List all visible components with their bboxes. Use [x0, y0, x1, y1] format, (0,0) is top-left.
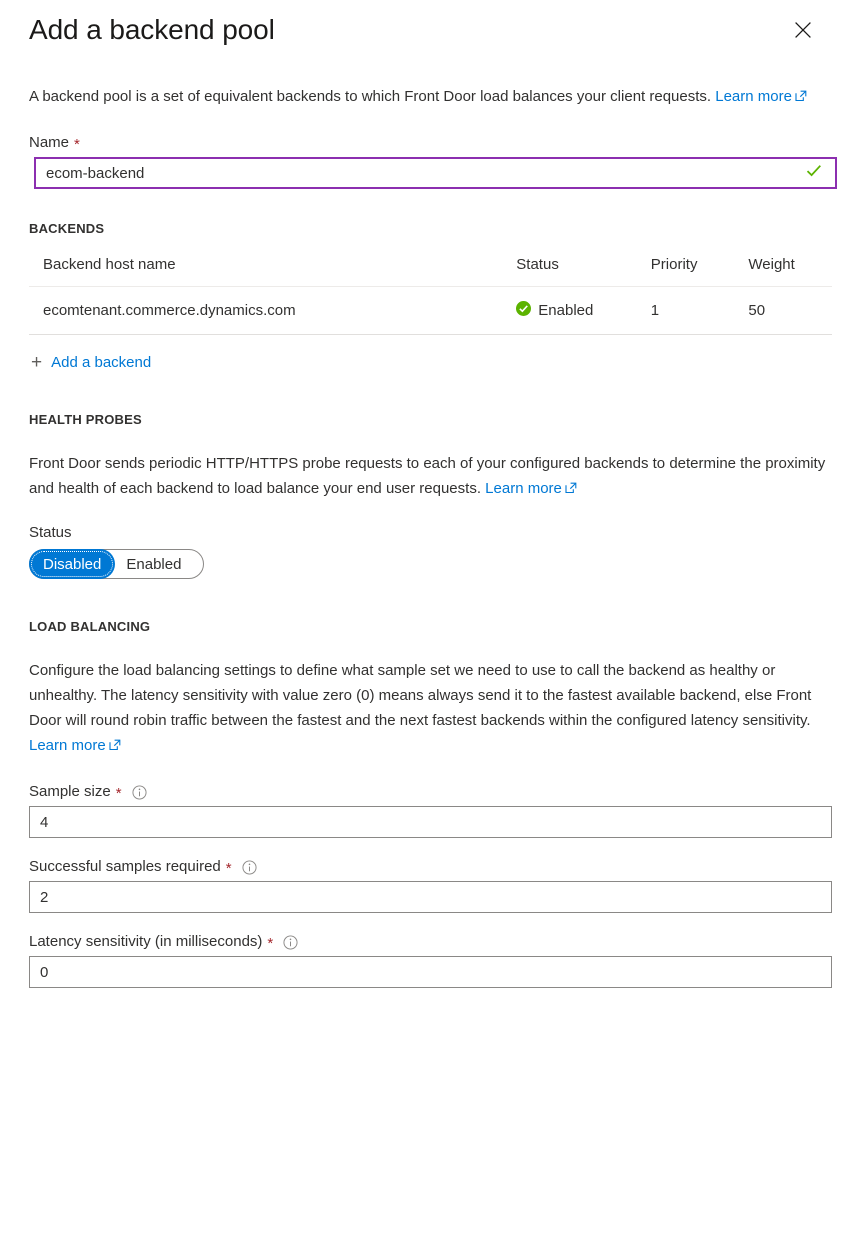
backends-table: Backend host name Status Priority Weight… [29, 256, 832, 335]
health-probes-learn-more-label: Learn more [485, 480, 562, 497]
load-balancing-learn-more-link[interactable]: Learn more [29, 737, 121, 754]
column-header-weight: Weight [734, 256, 832, 287]
status-badge: Enabled [538, 302, 594, 319]
health-probes-section-title: HEALTH PROBES [29, 412, 142, 427]
sample-size-label: Sample size * [24, 783, 833, 802]
blade-header: Add a backend pool [24, 0, 833, 56]
successful-samples-input[interactable]: 2 [29, 881, 832, 913]
cell-host: ecomtenant.commerce.dynamics.com [29, 286, 503, 335]
health-probe-status-toggle[interactable]: Disabled Enabled [29, 549, 205, 579]
load-balancing-text: Configure the load balancing settings to… [29, 662, 812, 729]
intro-learn-more-label: Learn more [715, 88, 792, 105]
add-backend-button[interactable]: + Add a backend [31, 353, 151, 372]
health-probes-learn-more-link[interactable]: Learn more [485, 480, 577, 497]
toggle-option-enabled[interactable]: Enabled [115, 550, 192, 578]
name-field-label: Name * [24, 134, 833, 153]
external-link-icon [795, 85, 807, 110]
intro-text: A backend pool is a set of equivalent ba… [29, 88, 712, 105]
latency-sensitivity-label-text: Latency sensitivity (in milliseconds) [29, 933, 263, 950]
intro-learn-more-link[interactable]: Learn more [715, 88, 807, 105]
plus-icon: + [31, 352, 43, 373]
successful-samples-label: Successful samples required * [24, 858, 833, 877]
toggle-option-disabled[interactable]: Disabled [29, 549, 116, 579]
external-link-icon [109, 734, 121, 759]
info-icon[interactable] [283, 935, 298, 950]
name-input-wrapper: ecom-backend [29, 157, 837, 189]
required-asterisk: * [267, 935, 274, 952]
info-icon[interactable] [132, 785, 147, 800]
checkmark-icon [805, 162, 823, 185]
close-icon[interactable] [787, 14, 819, 46]
column-header-host: Backend host name [29, 256, 503, 287]
table-row[interactable]: ecomtenant.commerce.dynamics.com Enabled… [29, 286, 832, 335]
cell-priority: 1 [636, 286, 735, 335]
cell-weight: 50 [734, 286, 832, 335]
load-balancing-section-title: LOAD BALANCING [29, 619, 151, 634]
backends-section-title: BACKENDS [29, 221, 105, 236]
column-header-priority: Priority [636, 256, 735, 287]
sample-size-label-text: Sample size [29, 783, 111, 800]
successful-samples-label-text: Successful samples required [29, 858, 221, 875]
cell-status: Enabled [502, 286, 637, 335]
latency-sensitivity-input[interactable]: 0 [29, 956, 832, 988]
sample-size-input[interactable]: 4 [29, 806, 832, 838]
health-probes-description: Front Door sends periodic HTTP/HTTPS pro… [24, 451, 833, 502]
health-probe-status-label: Status [29, 524, 72, 541]
required-asterisk: * [74, 136, 80, 153]
health-probes-text: Front Door sends periodic HTTP/HTTPS pro… [29, 455, 826, 497]
latency-sensitivity-label: Latency sensitivity (in milliseconds) * [24, 933, 833, 952]
load-balancing-description: Configure the load balancing settings to… [24, 658, 833, 759]
status-enabled-check-icon [516, 301, 532, 320]
add-backend-pool-blade: Add a backend pool A backend pool is a s… [0, 0, 857, 1253]
name-input[interactable]: ecom-backend [34, 157, 837, 189]
close-icon-glyph [795, 22, 811, 38]
info-icon[interactable] [242, 860, 257, 875]
required-asterisk: * [225, 860, 232, 877]
add-backend-label: Add a backend [51, 354, 152, 371]
load-balancing-learn-more-label: Learn more [29, 737, 106, 754]
external-link-icon [565, 477, 577, 502]
name-label-text: Name [29, 134, 70, 151]
page-title: Add a backend pool [29, 14, 275, 45]
column-header-status: Status [502, 256, 637, 287]
table-header-row: Backend host name Status Priority Weight [29, 256, 832, 287]
required-asterisk: * [115, 785, 122, 802]
intro-description: A backend pool is a set of equivalent ba… [24, 84, 833, 110]
